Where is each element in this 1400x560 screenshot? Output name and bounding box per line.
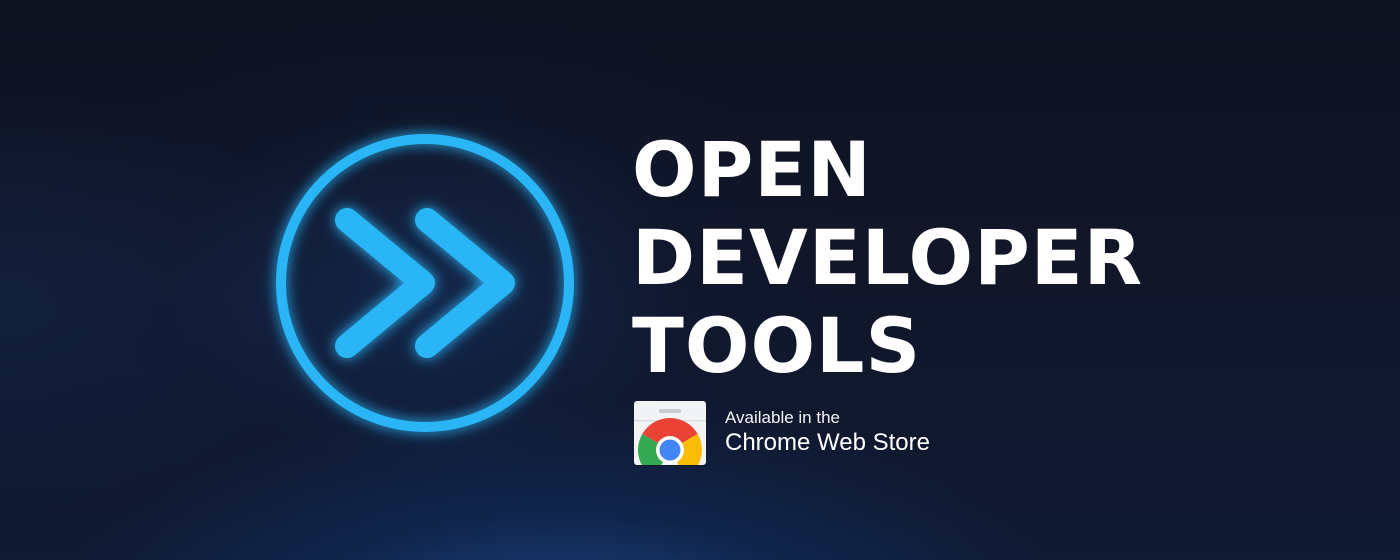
badge-line-available: Available in the xyxy=(725,408,840,427)
badge-line-store-name: Chrome Web Store xyxy=(725,429,930,456)
banner: { "banner": { "title_lines": ["OPEN", "D… xyxy=(0,0,1400,560)
title-line-open: OPEN xyxy=(632,125,872,214)
badge-text: Available in the Chrome Web Store xyxy=(725,408,930,458)
title-line-developer: DEVELOPER xyxy=(632,213,1144,302)
page-title: OPEN DEVELOPER TOOLS xyxy=(632,126,1143,390)
double-chevron-circle-logo-icon xyxy=(272,130,578,436)
title-line-tools: TOOLS xyxy=(632,301,922,390)
chrome-web-store-badge[interactable]: Available in the Chrome Web Store xyxy=(633,400,930,478)
chrome-web-store-icon xyxy=(633,400,707,478)
